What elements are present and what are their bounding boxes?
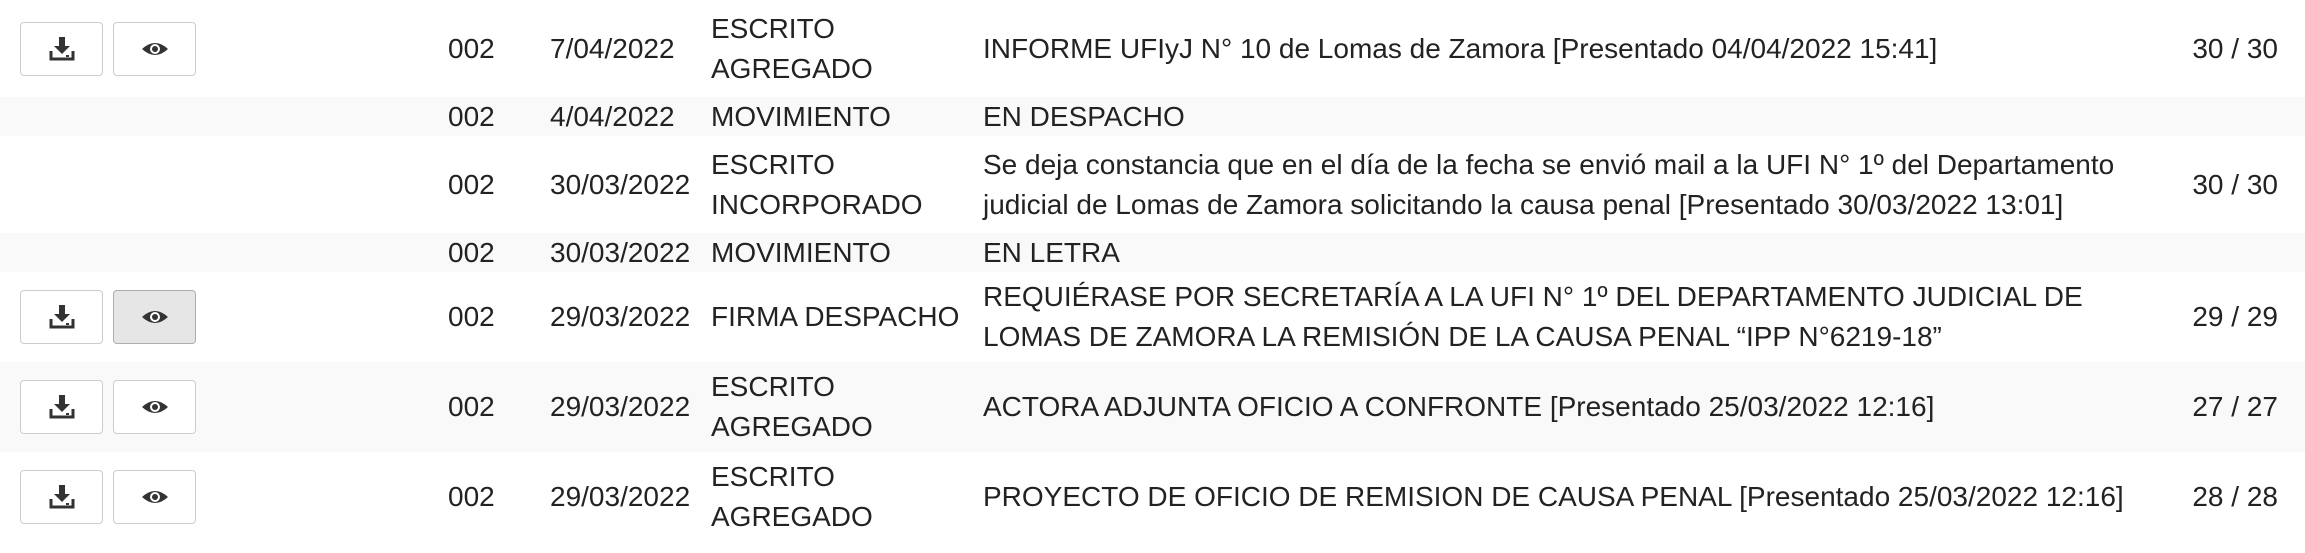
cell-type: ESCRITO AGREGADO [711, 452, 971, 541]
table-row: 002 29/03/2022 FIRMA DESPACHO REQUIÉRASE PO… [0, 272, 2305, 362]
cell-pages: 30 / 30 [2170, 136, 2278, 233]
cell-description-text: ACTORA ADJUNTA OFICIO A CONFRONTE [Prese… [983, 391, 1935, 422]
cell-type-text: ESCRITO AGREGADO [711, 371, 873, 442]
movements-table: 002 7/04/2022 ESCRITO AGREGADO INFORME UFIy… [0, 0, 2305, 541]
cell-date: 29/03/2022 [550, 452, 700, 541]
cell-description-text: EN DESPACHO [983, 100, 1185, 132]
cell-pages-text: 30 / 30 [2192, 168, 2278, 200]
download-button[interactable] [20, 469, 103, 524]
cell-pages-text: 28 / 28 [2192, 480, 2278, 512]
view-button[interactable] [113, 469, 196, 524]
table-row: 002 4/04/2022 MOVIMIENTO EN DESPACHO [0, 97, 2305, 136]
cell-description: ACTORA ADJUNTA OFICIO A CONFRONTE [Prese… [983, 362, 2153, 452]
cell-description: REQUIÉRASE POR SECRETARÍA A LA UFI N° 1º… [983, 272, 2153, 362]
cell-date-text: 7/04/2022 [550, 32, 675, 64]
download-icon [49, 395, 75, 419]
cell-number: 002 [448, 272, 518, 362]
cell-description-text: PROYECTO DE OFICIO DE REMISION DE CAUSA … [983, 480, 2124, 512]
view-button[interactable] [113, 380, 196, 434]
cell-number: 002 [448, 136, 518, 233]
cell-type-text: MOVIMIENTO [711, 236, 891, 268]
view-button[interactable] [113, 290, 196, 344]
cell-number: 002 [448, 452, 518, 541]
row-actions [20, 362, 210, 452]
cell-type-text: ESCRITO AGREGADO [711, 460, 873, 532]
cell-description: INFORME UFIyJ N° 10 de Lomas de Zamora [… [983, 0, 2153, 97]
download-button[interactable] [20, 21, 103, 76]
download-icon [49, 305, 75, 329]
cell-date-text: 4/04/2022 [550, 100, 675, 132]
cell-pages: 28 / 28 [2170, 452, 2278, 541]
download-button[interactable] [20, 380, 103, 434]
eye-icon [141, 488, 169, 506]
download-button[interactable] [20, 290, 103, 344]
cell-pages: 29 / 29 [2170, 272, 2278, 362]
cell-pages [2170, 97, 2278, 136]
eye-icon [141, 308, 169, 326]
table-row: 002 7/04/2022 ESCRITO AGREGADO INFORME UFIy… [0, 0, 2305, 97]
table-row: 002 29/03/2022 ESCRITO AGREGADO PROYECTO DE… [0, 452, 2305, 541]
cell-number: 002 [448, 362, 518, 452]
download-icon [49, 36, 75, 61]
cell-date: 29/03/2022 [550, 272, 700, 362]
cell-number: 002 [448, 97, 518, 136]
cell-number-text: 002 [448, 32, 495, 64]
cell-description: EN DESPACHO [983, 97, 2153, 136]
cell-date-text: 30/03/2022 [550, 236, 691, 268]
cell-type: MOVIMIENTO [711, 233, 971, 272]
cell-pages: 30 / 30 [2170, 0, 2278, 97]
cell-type: ESCRITO AGREGADO [711, 362, 971, 452]
cell-type-text: ESCRITO INCORPORADO [711, 148, 923, 220]
cell-pages: 27 / 27 [2170, 362, 2278, 452]
cell-pages [2170, 233, 2278, 272]
table-row: 002 30/03/2022 MOVIMIENTO EN LETRA [0, 233, 2305, 272]
cell-pages-text: 29 / 29 [2192, 301, 2278, 332]
cell-description-text: Se deja constancia que en el día de la f… [983, 148, 2115, 220]
cell-description-text: REQUIÉRASE POR SECRETARÍA A LA UFI N° 1º… [983, 281, 2083, 352]
download-icon [49, 484, 75, 509]
cell-type: ESCRITO INCORPORADO [711, 136, 971, 233]
cell-number-text: 002 [448, 301, 495, 332]
row-actions [20, 452, 210, 541]
cell-type-text: ESCRITO AGREGADO [711, 12, 873, 84]
cell-description-text: EN LETRA [983, 236, 1120, 268]
row-actions [20, 0, 210, 97]
cell-number-text: 002 [448, 168, 495, 200]
cell-date-text: 29/03/2022 [550, 301, 691, 332]
row-actions [20, 272, 210, 362]
cell-type-text: MOVIMIENTO [711, 100, 891, 132]
cell-type: MOVIMIENTO [711, 97, 971, 136]
cell-date: 30/03/2022 [550, 136, 700, 233]
view-button[interactable] [113, 21, 196, 76]
eye-icon [141, 398, 169, 416]
cell-date: 30/03/2022 [550, 233, 700, 272]
cell-description-text: INFORME UFIyJ N° 10 de Lomas de Zamora [… [983, 32, 1938, 64]
cell-date: 4/04/2022 [550, 97, 700, 136]
cell-type-text: FIRMA DESPACHO [711, 301, 960, 332]
cell-description: Se deja constancia que en el día de la f… [983, 136, 2153, 233]
cell-type: FIRMA DESPACHO [711, 272, 971, 362]
cell-number: 002 [448, 0, 518, 97]
table-row: 002 29/03/2022 ESCRITO AGREGADO ACTORA ADJU… [0, 362, 2305, 452]
cell-date-text: 29/03/2022 [550, 391, 691, 422]
cell-number-text: 002 [448, 480, 495, 512]
cell-number-text: 002 [448, 236, 495, 268]
row-actions [20, 97, 210, 136]
table-row: 002 30/03/2022 ESCRITO INCORPORADO Se deja … [0, 136, 2305, 233]
cell-description: PROYECTO DE OFICIO DE REMISION DE CAUSA … [983, 452, 2153, 541]
cell-date-text: 29/03/2022 [550, 480, 691, 512]
row-actions [20, 136, 210, 233]
cell-pages-text: 30 / 30 [2192, 32, 2278, 64]
cell-type: ESCRITO AGREGADO [711, 0, 971, 97]
cell-date: 7/04/2022 [550, 0, 700, 97]
cell-pages-text: 27 / 27 [2192, 391, 2278, 422]
cell-date: 29/03/2022 [550, 362, 700, 452]
cell-number: 002 [448, 233, 518, 272]
row-actions [20, 233, 210, 272]
cell-description: EN LETRA [983, 233, 2153, 272]
cell-number-text: 002 [448, 100, 495, 132]
eye-icon [141, 40, 169, 58]
cell-number-text: 002 [448, 391, 495, 422]
cell-date-text: 30/03/2022 [550, 168, 691, 200]
